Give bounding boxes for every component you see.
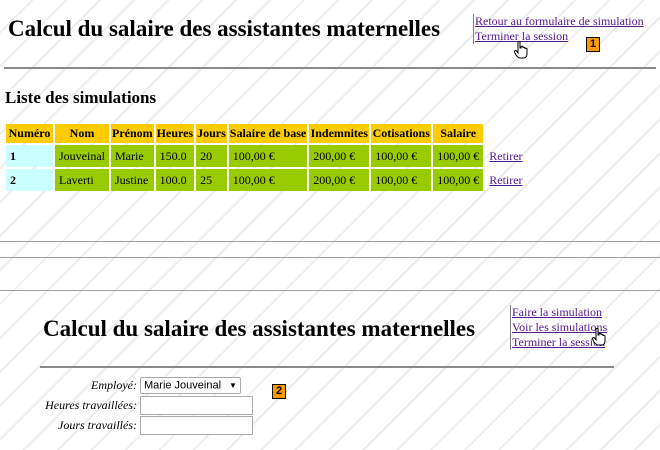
col-jours: Jours xyxy=(196,124,227,143)
step-badge-1: 1 xyxy=(586,37,600,52)
run-simulation-link[interactable]: Faire la simulation xyxy=(512,305,607,320)
cell-prenom: Marie xyxy=(111,145,154,167)
cell-indemnites: 200,00 € xyxy=(309,169,370,191)
cell-prenom: Justine xyxy=(111,169,154,191)
cell-action: Retirer xyxy=(485,169,526,191)
cell-salaire: 100,00 € xyxy=(433,145,484,167)
cell-heures: 150.0 xyxy=(155,145,195,167)
cell-indemnites: 200,00 € xyxy=(309,145,370,167)
cell-salaire: 100,00 € xyxy=(433,169,484,191)
table-row: 1 Jouveinal Marie 150.0 20 100,00 € 200,… xyxy=(6,145,527,167)
hand-cursor-icon xyxy=(592,328,606,346)
divider xyxy=(0,241,660,242)
chevron-down-icon: ▼ xyxy=(229,381,237,390)
cell-nom: Jouveinal xyxy=(55,145,109,167)
top-separator xyxy=(4,67,656,69)
cell-cotisations: 100,00 € xyxy=(371,145,432,167)
page-title: Calcul du salaire des assistantes matern… xyxy=(8,16,441,41)
cell-jours: 25 xyxy=(196,169,227,191)
col-cotisations: Cotisations xyxy=(371,124,432,143)
table-row: 2 Laverti Justine 100.0 25 100,00 € 200,… xyxy=(6,169,527,191)
heures-label: Heures travaillées: xyxy=(45,398,137,412)
col-numero: Numéro xyxy=(6,124,53,143)
employe-label: Employé: xyxy=(91,378,137,392)
simulations-table: Numéro Nom Prénom Heures Jours Salaire d… xyxy=(4,122,529,193)
jours-label: Jours travaillés: xyxy=(58,418,137,432)
cell-jours: 20 xyxy=(196,145,227,167)
back-to-form-link[interactable]: Retour au formulaire de simulation xyxy=(475,14,644,29)
cell-cotisations: 100,00 € xyxy=(371,169,432,191)
cell-heures: 100.0 xyxy=(155,169,195,191)
bottom-separator xyxy=(40,366,614,368)
remove-link[interactable]: Retirer xyxy=(489,149,522,163)
cell-nom: Laverti xyxy=(55,169,109,191)
col-salaire-base: Salaire de base xyxy=(228,124,308,143)
hand-cursor-icon xyxy=(514,41,528,59)
employe-select[interactable]: Marie Jouveinal ▼ xyxy=(140,377,241,394)
col-indemnites: Indemnites xyxy=(309,124,370,143)
col-heures: Heures xyxy=(155,124,195,143)
divider xyxy=(0,257,660,258)
step-badge-2: 2 xyxy=(272,384,286,399)
col-salaire: Salaire xyxy=(433,124,484,143)
simulations-list-title: Liste des simulations xyxy=(5,88,157,107)
employe-select-value: Marie Jouveinal xyxy=(144,379,222,392)
jours-input[interactable] xyxy=(140,416,253,435)
cell-action: Retirer xyxy=(485,145,526,167)
cell-salaire-base: 100,00 € xyxy=(228,145,308,167)
page-title: Calcul du salaire des assistantes matern… xyxy=(43,316,476,341)
cell-salaire-base: 100,00 € xyxy=(228,169,308,191)
remove-link[interactable]: Retirer xyxy=(489,173,522,187)
cell-numero: 1 xyxy=(6,145,53,167)
col-prenom: Prénom xyxy=(111,124,154,143)
heures-input[interactable] xyxy=(140,396,253,415)
top-nav-menu: Retour au formulaire de simulation Termi… xyxy=(473,14,644,44)
divider xyxy=(0,290,660,291)
col-nom: Nom xyxy=(55,124,109,143)
end-session-link[interactable]: Terminer la session xyxy=(475,29,644,44)
table-header-row: Numéro Nom Prénom Heures Jours Salaire d… xyxy=(6,124,527,143)
cell-numero: 2 xyxy=(6,169,53,191)
